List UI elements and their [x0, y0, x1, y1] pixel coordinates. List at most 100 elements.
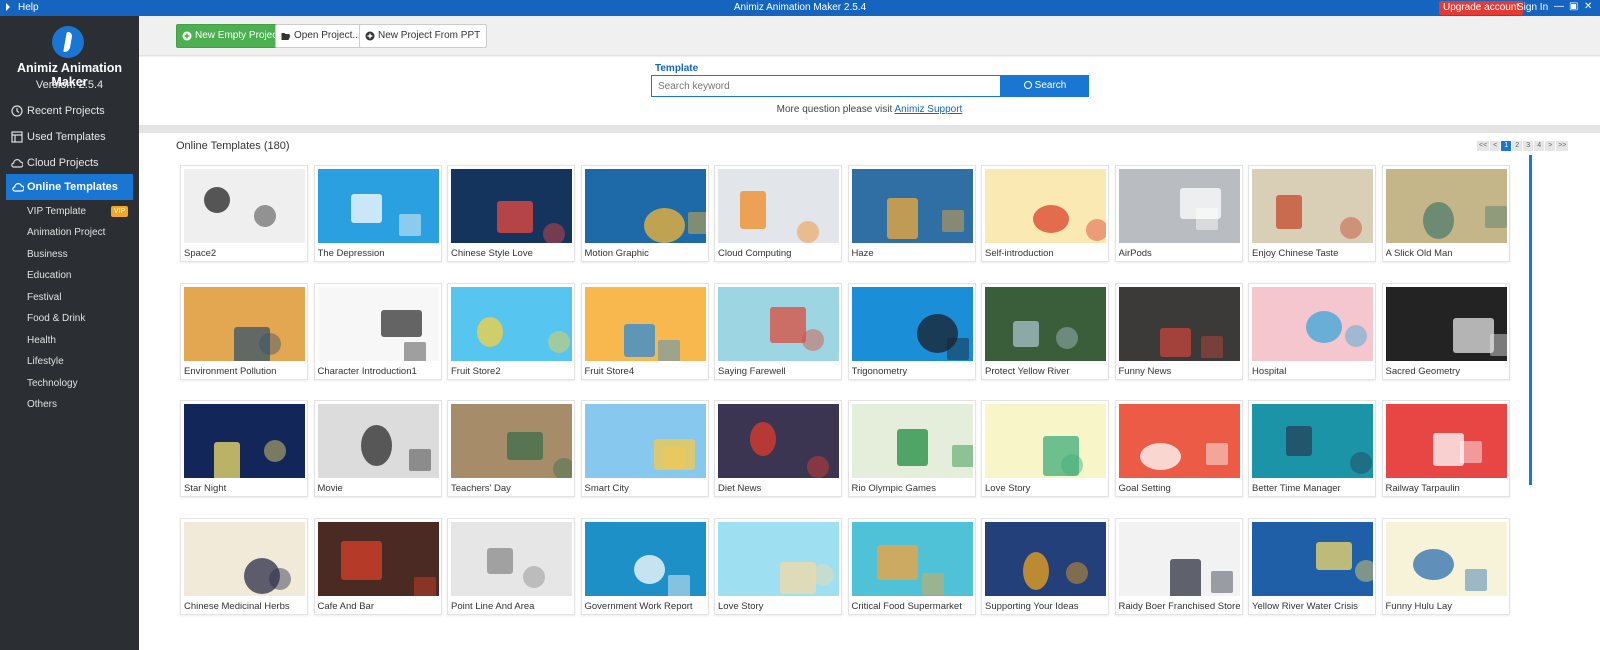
template-card[interactable]: Raidy Boer Franchised Store — [1114, 517, 1243, 615]
category-health[interactable]: Health — [27, 335, 56, 346]
template-thumbnail — [317, 521, 439, 596]
category-lifestyle[interactable]: Lifestyle — [27, 356, 64, 367]
template-card[interactable]: Trigonometry — [847, 282, 976, 380]
template-card[interactable]: Sacred Geometry — [1381, 282, 1510, 380]
template-card[interactable]: Haze — [847, 165, 976, 262]
template-name: Chinese Style Love — [451, 248, 533, 259]
template-card[interactable]: Character Introduction1 — [313, 282, 442, 380]
template-card[interactable]: Motion Graphic — [580, 165, 709, 262]
search-button[interactable]: Search — [1001, 75, 1089, 97]
category-festival[interactable]: Festival — [27, 292, 61, 303]
sidebar-item-used-templates[interactable]: Used Templates — [0, 124, 139, 150]
animiz-support-link[interactable]: Animiz Support — [895, 104, 963, 115]
settings-window-icon[interactable]: ▣ — [1569, 1, 1578, 12]
cloud-icon — [11, 159, 23, 168]
upgrade-account-button[interactable]: Upgrade account — [1439, 1, 1524, 15]
template-card[interactable]: Better Time Manager — [1248, 400, 1376, 497]
template-card[interactable]: Fruit Store4 — [580, 282, 709, 380]
thumbnail-graphic — [497, 201, 533, 233]
category-business[interactable]: Business — [27, 249, 68, 260]
thumbnail-graphic — [380, 309, 422, 337]
plus-circle-icon — [182, 31, 192, 41]
template-card[interactable]: Rio Olympic Games — [847, 400, 976, 497]
page-button[interactable]: > — [1545, 141, 1556, 151]
sidebar-item-online-templates[interactable]: Online Templates — [6, 174, 133, 200]
template-card[interactable]: A Slick Old Man — [1381, 165, 1510, 262]
thumbnail-graphic — [750, 422, 776, 456]
template-name: Environment Pollution — [184, 365, 277, 377]
template-card[interactable]: Chinese Medicinal Herbs — [180, 517, 308, 615]
page-button[interactable]: < — [1490, 141, 1501, 151]
search-input[interactable] — [651, 75, 1001, 97]
thumbnail-graphic — [1195, 208, 1218, 230]
thumbnail-graphic — [1139, 443, 1181, 470]
open-project-button[interactable]: Open Project... — [275, 24, 368, 48]
template-card[interactable]: Cloud Computing — [714, 165, 842, 262]
template-thumbnail — [184, 169, 305, 243]
category-animation-project[interactable]: Animation Project — [27, 227, 105, 238]
template-card[interactable]: Hospital — [1248, 282, 1376, 380]
template-card[interactable]: Diet News — [714, 400, 842, 497]
template-card[interactable]: Self-introduction — [981, 165, 1109, 262]
page-button[interactable]: 3 — [1523, 141, 1534, 151]
template-card[interactable]: AirPods — [1114, 165, 1243, 262]
thumbnail-graphic — [1276, 195, 1302, 229]
template-card[interactable]: Protect Yellow River — [981, 282, 1109, 380]
template-card[interactable]: Chinese Style Love — [447, 165, 575, 262]
close-icon[interactable]: ✕ — [1584, 1, 1592, 12]
template-card[interactable]: Cafe And Bar — [313, 517, 442, 615]
template-card[interactable]: Space2 — [180, 165, 308, 262]
template-card[interactable]: Fruit Store2 — [447, 282, 575, 380]
sign-in-link[interactable]: Sign In — [1517, 2, 1548, 13]
template-name: Fruit Store2 — [451, 365, 501, 377]
new-empty-project-button[interactable]: New Empty Project — [176, 24, 288, 48]
category-vip-template[interactable]: VIP Template — [27, 206, 86, 217]
template-thumbnail — [1252, 521, 1373, 596]
template-thumbnail — [184, 404, 305, 478]
button-label: New Empty Project — [195, 30, 281, 41]
page-button[interactable]: 1 — [1501, 141, 1512, 151]
minimize-icon[interactable]: — — [1554, 1, 1564, 12]
category-technology[interactable]: Technology — [27, 378, 78, 389]
template-name: Enjoy Chinese Taste — [1252, 248, 1339, 259]
thumbnail-graphic — [633, 554, 665, 584]
page-button[interactable]: 4 — [1534, 141, 1545, 151]
template-card[interactable]: Movie — [313, 400, 442, 497]
template-card[interactable]: Smart City — [580, 400, 709, 497]
thumbnail-graphic — [264, 440, 286, 462]
template-card[interactable]: The Depression — [313, 165, 442, 262]
template-name: Love Story — [985, 483, 1031, 494]
page-button[interactable]: >> — [1556, 141, 1569, 151]
page-button[interactable]: 2 — [1512, 141, 1523, 151]
category-food-drink[interactable]: Food & Drink — [27, 313, 85, 324]
category-others[interactable]: Others — [27, 399, 57, 410]
sidebar-item-recent-projects[interactable]: Recent Projects — [0, 98, 139, 124]
new-project-from-ppt-button[interactable]: New Project From PPT — [359, 24, 488, 48]
page-button[interactable]: << — [1477, 141, 1490, 151]
template-card[interactable]: Point Line And Area — [447, 517, 575, 615]
template-card[interactable]: Love Story — [714, 517, 842, 615]
template-card[interactable]: Saying Farewell — [714, 282, 842, 380]
category-education[interactable]: Education — [27, 270, 71, 281]
template-card[interactable]: Love Story — [981, 400, 1109, 497]
template-name: Supporting Your Ideas — [985, 600, 1079, 612]
template-card[interactable]: Enjoy Chinese Taste — [1248, 165, 1376, 262]
template-card[interactable]: Supporting Your Ideas — [981, 517, 1109, 615]
template-card[interactable]: Star Night — [180, 400, 308, 497]
template-card[interactable]: Government Work Report — [580, 517, 709, 615]
template-card[interactable]: Railway Tarpaulin — [1381, 400, 1510, 497]
template-card[interactable]: Environment Pollution — [180, 282, 308, 380]
template-thumbnail — [584, 404, 706, 478]
template-card[interactable]: Goal Setting — [1114, 400, 1243, 497]
sidebar-item-cloud-projects[interactable]: Cloud Projects — [0, 150, 139, 176]
thumbnail-graphic — [1489, 333, 1507, 356]
template-card[interactable]: Funny Hulu Lay — [1381, 517, 1510, 615]
thumbnail-graphic — [1350, 452, 1372, 474]
thumbnail-graphic — [946, 337, 969, 360]
template-card[interactable]: Teachers' Day — [447, 400, 575, 497]
vertical-scrollbar[interactable] — [1529, 155, 1532, 485]
thumbnail-graphic — [1205, 443, 1228, 465]
template-card[interactable]: Funny News — [1114, 282, 1243, 380]
template-card[interactable]: Critical Food Supermarket — [847, 517, 976, 615]
template-card[interactable]: Yellow River Water Crisis — [1248, 517, 1376, 615]
